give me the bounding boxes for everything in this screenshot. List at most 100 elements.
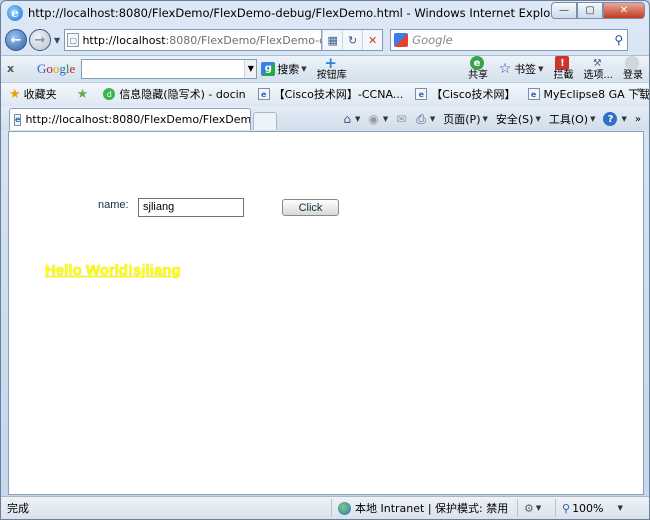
- printer-icon: ⎙: [416, 111, 426, 126]
- favorite-link-label: MyEclipse8 GA 下载地址...: [543, 88, 650, 101]
- security-zone[interactable]: 本地 Intranet | 保护模式: 禁用: [331, 499, 517, 517]
- greeting-link[interactable]: Hello World!sjliang: [45, 262, 181, 279]
- favorite-link-docin[interactable]: d 信息隐藏(隐写术) - docin: [103, 86, 246, 102]
- options-button[interactable]: ⚒ 选项...: [583, 56, 613, 82]
- forward-button[interactable]: →: [29, 29, 51, 51]
- chevron-down-icon: ▼: [429, 115, 436, 123]
- address-bar[interactable]: ▢ http://localhost :8080/FlexDemo/FlexDe…: [64, 29, 323, 51]
- favorites-star-icon: ★: [9, 86, 21, 102]
- mail-button[interactable]: ✉: [396, 112, 408, 126]
- google-search-button[interactable]: g 搜索 ▼: [261, 61, 307, 77]
- star-icon: ☆: [498, 60, 512, 77]
- chevron-down-icon: ▼: [538, 64, 544, 73]
- toolbar-close-icon[interactable]: x: [7, 62, 23, 75]
- user-icon: [625, 56, 639, 70]
- history-dropdown-icon[interactable]: ▼: [54, 36, 60, 45]
- address-tools: ▦ ↻ ✕: [322, 29, 384, 51]
- ie-page-icon: e: [527, 88, 540, 100]
- home-icon: ⌂: [343, 112, 351, 126]
- button-library-label: 按钮库: [316, 70, 347, 81]
- chevron-down-icon: ▼: [535, 115, 541, 123]
- chevron-down-icon: ▼: [354, 115, 361, 123]
- page-menu[interactable]: 页面(P) ▼: [443, 111, 488, 127]
- page-content: name: sjliang Click Hello World!sjliang: [8, 131, 644, 495]
- plus-icon: +: [324, 53, 337, 72]
- favorite-link-label: 【Cisco技术网】: [431, 88, 516, 101]
- wrench-icon: ⚒: [592, 57, 602, 69]
- intranet-globe-icon: [338, 501, 351, 515]
- page-menu-label: 页面(P): [443, 113, 481, 126]
- favorite-link-label: 【Cisco技术网】-CCNA...: [273, 88, 404, 101]
- share-label: 共享: [468, 70, 489, 81]
- safety-menu-label: 安全(S): [495, 113, 534, 126]
- security-zone-label: 本地 Intranet | 保护模式: 禁用: [355, 502, 509, 515]
- help-menu[interactable]: ? ▼: [603, 112, 627, 126]
- add-favorite-button[interactable]: ★: [77, 87, 92, 102]
- page-icon: ▢: [67, 33, 80, 47]
- chevron-down-icon: ▼: [535, 504, 542, 512]
- command-overflow-icon[interactable]: »: [635, 114, 641, 125]
- help-icon: ?: [603, 112, 618, 126]
- new-tab-button[interactable]: [253, 112, 277, 130]
- chevron-down-icon: ▼: [301, 64, 307, 73]
- print-button[interactable]: ⎙ ▼: [416, 112, 435, 127]
- rss-icon: ◉: [368, 112, 379, 126]
- favorite-link-cisco-ccna[interactable]: e 【Cisco技术网】-CCNA...: [257, 86, 404, 102]
- bookmarks-label: 书签: [514, 62, 537, 76]
- ie-page-icon: e: [14, 113, 22, 126]
- chevron-down-icon: ▼: [482, 115, 488, 123]
- close-button[interactable]: ✕: [603, 2, 645, 19]
- google-toolbar: x Google ▼ g 搜索 ▼ + 按钮库 e 共享 ☆ 书签 ▼ ! 拦截…: [1, 55, 649, 81]
- login-button[interactable]: 登录: [623, 56, 643, 81]
- zoom-icon: ⚲: [562, 501, 571, 515]
- name-label: name:: [98, 199, 129, 211]
- bookmarks-button[interactable]: ☆ 书签 ▼: [498, 60, 544, 77]
- protected-mode-button[interactable]: ⚙ ▼: [517, 499, 555, 517]
- google-search-icon: [394, 33, 409, 47]
- search-placeholder: Google: [412, 33, 453, 47]
- status-text: 完成: [7, 502, 29, 515]
- zoom-control[interactable]: ⚲ 100% ▼: [555, 499, 623, 517]
- share-button[interactable]: e 共享: [468, 56, 488, 81]
- docin-icon: d: [103, 88, 116, 100]
- maximize-button[interactable]: ▢: [577, 2, 603, 19]
- stop-icon[interactable]: ✕: [362, 30, 382, 50]
- favorite-link-myeclipse[interactable]: e MyEclipse8 GA 下载地址...: [527, 86, 650, 102]
- favorite-link-label: 信息隐藏(隐写术) - docin: [119, 88, 246, 101]
- home-button[interactable]: ⌂ ▼: [343, 112, 360, 126]
- url-path: :8080/FlexDemo/FlexDemo-debu: [165, 33, 322, 47]
- favorites-overflow-icon[interactable]: »: [637, 85, 643, 96]
- tab-active[interactable]: e http://localhost:8080/FlexDemo/FlexDem…: [9, 108, 251, 130]
- chevron-down-icon: ▼: [617, 504, 623, 512]
- options-label: 选项...: [583, 70, 613, 81]
- search-go-icon[interactable]: ⚲: [614, 33, 623, 47]
- browser-window: e http://localhost:8080/FlexDemo/FlexDem…: [0, 0, 650, 520]
- status-bar: 完成 本地 Intranet | 保护模式: 禁用 ⚙ ▼ ⚲ 100% ▼: [1, 496, 649, 519]
- block-button[interactable]: ! 拦截: [553, 56, 573, 81]
- share-icon: e: [470, 56, 485, 70]
- login-label: 登录: [623, 70, 643, 81]
- refresh-icon[interactable]: ↻: [342, 30, 362, 50]
- back-button[interactable]: ←: [5, 29, 27, 51]
- tab-row: e http://localhost:8080/FlexDemo/FlexDem…: [1, 106, 649, 130]
- tools-menu[interactable]: 工具(O) ▼: [549, 111, 596, 127]
- google-logo: Google: [37, 61, 75, 77]
- favorite-link-cisco[interactable]: e 【Cisco技术网】: [415, 86, 516, 102]
- chevron-down-icon[interactable]: ▼: [244, 59, 257, 78]
- compatibility-view-icon[interactable]: ▦: [322, 30, 342, 50]
- lock-icon: ⚙: [524, 501, 534, 515]
- tab-title: http://localhost:8080/FlexDemo/FlexDemo-…: [25, 113, 251, 126]
- favorites-button[interactable]: ★ 收藏夹: [9, 86, 57, 102]
- search-box[interactable]: Google ⚲: [390, 29, 629, 51]
- ie-logo-icon: e: [7, 5, 23, 21]
- name-input[interactable]: sjliang: [138, 198, 244, 217]
- minimize-button[interactable]: —: [551, 2, 577, 19]
- add-favorite-icon: ★: [76, 86, 89, 102]
- click-button[interactable]: Click: [282, 199, 339, 216]
- google-search-input[interactable]: ▼: [81, 58, 258, 79]
- button-library[interactable]: + 按钮库: [316, 53, 347, 81]
- feeds-button[interactable]: ◉ ▼: [368, 112, 388, 126]
- ie-page-icon: e: [415, 88, 428, 100]
- zoom-level: 100%: [572, 501, 604, 515]
- safety-menu[interactable]: 安全(S) ▼: [496, 111, 541, 127]
